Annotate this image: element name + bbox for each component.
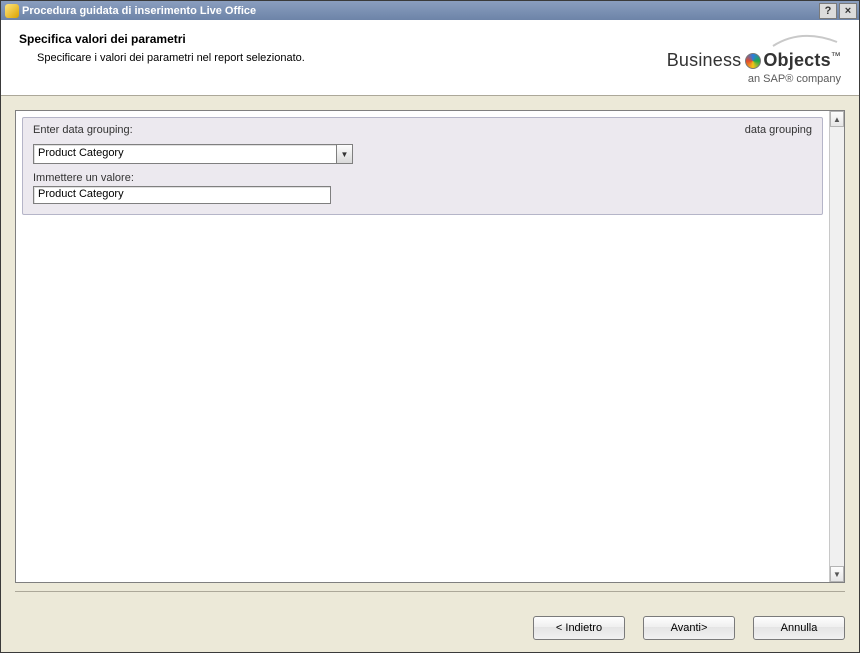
logo-prefix: Business (667, 50, 742, 70)
parameters-panel: Enter data grouping: data grouping Produ… (15, 110, 845, 583)
window-title: Procedura guidata di inserimento Live Of… (19, 5, 817, 17)
logo-text: Business Objects™ (667, 50, 841, 71)
page-subtitle: Specificare i valori dei parametri nel r… (37, 52, 667, 64)
triangle-up-icon: ▲ (833, 115, 841, 124)
logo-tagline: an SAP® company (667, 73, 841, 85)
scroll-up-button[interactable]: ▲ (830, 111, 844, 127)
back-button-label: < Indietro (556, 622, 602, 634)
logo-globe-icon (745, 53, 761, 69)
value-field-text: Product Category (38, 188, 124, 200)
logo-swoosh-icon (667, 32, 841, 50)
data-grouping-combo[interactable]: Product Category ▼ (33, 144, 353, 164)
wizard-button-bar: < Indietro Avanti> Annulla (1, 616, 859, 652)
cancel-button-label: Annulla (781, 622, 818, 634)
close-button[interactable]: × (839, 3, 857, 19)
parameter-group-body: Product Category ▼ Immettere un valore: … (23, 140, 822, 214)
value-field[interactable]: Product Category (33, 186, 331, 204)
logo-trademark-icon: ™ (831, 51, 841, 62)
scroll-track[interactable] (830, 127, 844, 566)
help-icon: ? (825, 5, 832, 17)
back-button[interactable]: < Indietro (533, 616, 625, 640)
parameters-body: Enter data grouping: data grouping Produ… (16, 111, 829, 582)
wizard-header: Specifica valori dei parametri Specifica… (1, 20, 859, 96)
titlebar: Procedura guidata di inserimento Live Of… (0, 0, 860, 20)
next-button-label: Avanti> (671, 622, 708, 634)
parameter-group-name: data grouping (745, 124, 812, 136)
combo-selected-text: Product Category (34, 145, 336, 163)
page-title: Specifica valori dei parametri (19, 32, 667, 46)
parameter-group-prompt: Enter data grouping: (33, 124, 745, 136)
combo-dropdown-button[interactable]: ▼ (336, 145, 352, 163)
scroll-down-button[interactable]: ▼ (830, 566, 844, 582)
cancel-button[interactable]: Annulla (753, 616, 845, 640)
app-icon (5, 4, 19, 18)
triangle-down-icon: ▼ (833, 570, 841, 579)
footer-divider (15, 591, 845, 592)
close-icon: × (845, 5, 851, 17)
value-field-label: Immettere un valore: (33, 172, 812, 184)
header-text-block: Specifica valori dei parametri Specifica… (19, 32, 667, 64)
logo-bold: Objects (763, 50, 830, 70)
parameter-group-header: Enter data grouping: data grouping (23, 118, 822, 140)
brand-logo: Business Objects™ an SAP® company (667, 32, 841, 85)
vertical-scrollbar[interactable]: ▲ ▼ (829, 111, 845, 582)
dialog-frame: Specifica valori dei parametri Specifica… (0, 20, 860, 653)
chevron-down-icon: ▼ (341, 150, 349, 159)
next-button[interactable]: Avanti> (643, 616, 735, 640)
help-button[interactable]: ? (819, 3, 837, 19)
content-area: Enter data grouping: data grouping Produ… (1, 96, 859, 616)
parameter-group: Enter data grouping: data grouping Produ… (22, 117, 823, 215)
